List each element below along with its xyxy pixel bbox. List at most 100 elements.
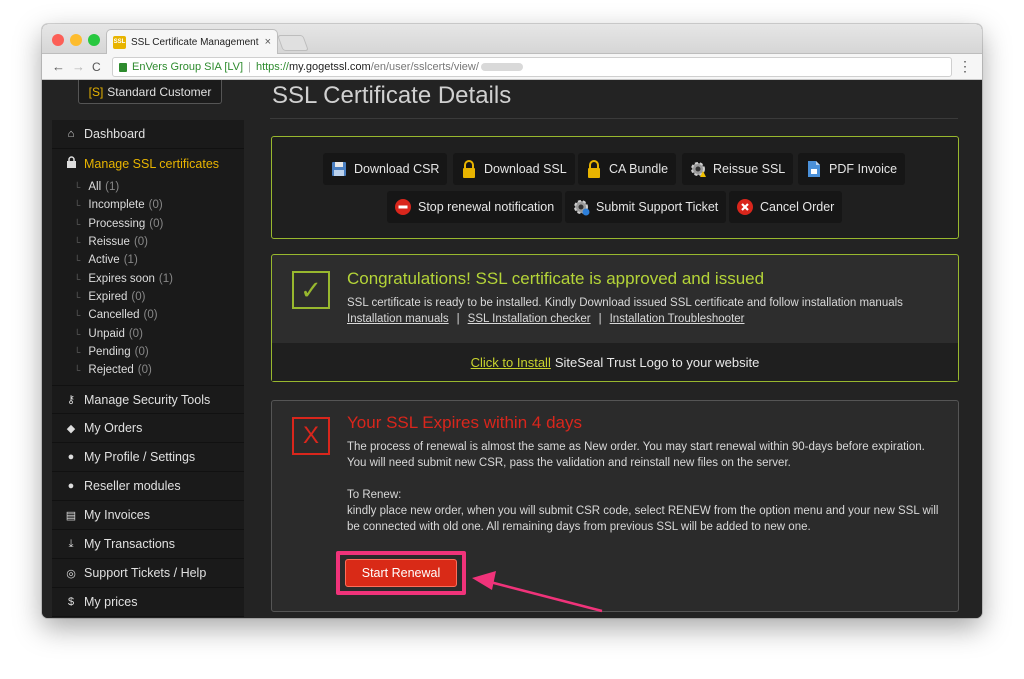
filter-pending[interactable]: └ Pending (0) [52, 343, 244, 361]
download-csr-button[interactable]: Download CSR [323, 153, 448, 185]
lock-icon [64, 156, 78, 171]
secure-lock-icon [119, 62, 127, 72]
lifebuoy-icon: ◎ [66, 567, 76, 580]
ev-organization: EnVers Group SIA [LV] [132, 61, 244, 73]
minus-circle-icon [393, 197, 413, 217]
sidebar-item-label: Manage SSL certificates [84, 156, 220, 171]
submit-support-ticket-button[interactable]: Submit Support Ticket [565, 191, 727, 223]
sidebar-item-manage-ssl[interactable]: Manage SSL certificates [52, 149, 244, 178]
browser-window: SSL SSL Certificate Management S × ← → C… [42, 24, 982, 618]
reissue-ssl-button[interactable]: Reissue SSL [682, 153, 794, 185]
success-panel: ✓ Congratulations! SSL certificate is ap… [271, 254, 959, 382]
renewal-instructions: kindly place new order, when you will su… [347, 505, 939, 533]
renewal-highlight: Start Renewal [336, 551, 466, 595]
pdf-document-icon [804, 159, 824, 179]
user-icon: ● [67, 480, 75, 493]
action-toolbar: Download CSR Download SSL CA Bundle Reis… [271, 136, 959, 239]
close-circle-icon [735, 197, 755, 217]
installation-links: Installation manuals | SSL Installation ch… [347, 313, 745, 325]
sidebar-item-transactions[interactable]: ⤓ My Transactions [52, 530, 244, 560]
sidebar-item-profile[interactable]: ● My Profile / Settings [52, 443, 244, 473]
url-input[interactable]: EnVers Group SIA [LV] | https:// my.goge… [112, 57, 952, 77]
download-ssl-button[interactable]: Download SSL [453, 153, 575, 185]
url-host: my.gogetssl.com [288, 61, 371, 73]
filter-unpaid[interactable]: └ Unpaid (0) [52, 324, 244, 342]
sidebar-item-reseller[interactable]: ● Reseller modules [52, 472, 244, 502]
floppy-disk-icon [329, 159, 349, 179]
address-bar: ← → C EnVers Group SIA [LV] | https:// m… [42, 54, 982, 80]
sidebar-item-label: Manage Security Tools [84, 392, 211, 407]
document-icon: ▤ [65, 509, 77, 522]
installation-troubleshooter-link[interactable]: Installation Troubleshooter [610, 313, 745, 325]
installation-checker-link[interactable]: SSL Installation checker [468, 313, 591, 325]
page-content: [S] Standard Customer ⌂ Dashboard Manage… [42, 80, 982, 618]
ca-bundle-button[interactable]: CA Bundle [578, 153, 677, 185]
padlock-icon [459, 159, 479, 179]
browser-tab[interactable]: SSL SSL Certificate Management S × [106, 29, 278, 54]
sidebar-item-prices[interactable]: $ My prices [52, 588, 244, 618]
sidebar-item-label: My Orders [84, 421, 143, 436]
filter-active[interactable]: └ Active (1) [52, 251, 244, 269]
expiry-heading: Your SSL Expires within 4 days [347, 413, 582, 432]
url-blurred-id [480, 63, 523, 71]
sidebar-item-label: Dashboard [84, 127, 146, 141]
browser-menu-icon[interactable]: ⋮ [958, 58, 972, 75]
url-path: /en/user/sslcerts/view/ [370, 61, 479, 73]
account-label: Standard Customer [107, 84, 212, 99]
stop-renewal-button[interactable]: Stop renewal notification [387, 191, 563, 223]
forward-arrow-icon[interactable]: → [72, 59, 85, 74]
sidebar-item-invoices[interactable]: ▤ My Invoices [52, 501, 244, 531]
filter-all[interactable]: └ All (1) [52, 178, 244, 196]
filter-rejected[interactable]: └ Rejected (0) [52, 361, 244, 379]
filter-expires-soon[interactable]: └ Expires soon (1) [52, 269, 244, 287]
filter-expired[interactable]: └ Expired (0) [52, 288, 244, 306]
reload-icon[interactable]: C [92, 60, 101, 74]
start-renewal-button[interactable]: Start Renewal [345, 559, 457, 587]
ssl-favicon-icon: SSL [113, 35, 126, 49]
pdf-invoice-button[interactable]: PDF Invoice [798, 153, 906, 185]
tab-title: SSL Certificate Management S [131, 36, 261, 48]
filter-reissue[interactable]: └ Reissue (0) [52, 233, 244, 251]
minimize-window-button[interactable] [70, 34, 82, 46]
filter-processing[interactable]: └ Processing (0) [52, 215, 244, 233]
home-icon: ⌂ [67, 128, 75, 140]
x-mark-icon: X [292, 417, 330, 455]
sidebar-item-dashboard[interactable]: ⌂ Dashboard [52, 120, 244, 149]
back-arrow-icon[interactable]: ← [52, 59, 65, 74]
renewal-description: The process of renewal is almost the sam… [347, 441, 925, 469]
new-tab-button[interactable] [277, 35, 309, 51]
sidebar-item-orders[interactable]: ◆ My Orders [52, 414, 244, 444]
close-window-button[interactable] [52, 34, 64, 46]
tag-icon: ◆ [66, 422, 76, 435]
gear-info-icon [571, 197, 591, 217]
sidebar-nav: ⌂ Dashboard Manage SSL certificates └ All… [52, 120, 244, 618]
sidebar-item-label: Reseller modules [84, 479, 181, 494]
sidebar-item-label: My prices [84, 595, 138, 610]
tab-bar: SSL SSL Certificate Management S × [42, 24, 982, 54]
sidebar-item-security-tools[interactable]: ⚷ Manage Security Tools [52, 385, 244, 415]
filter-cancelled[interactable]: └ Cancelled (0) [52, 306, 244, 324]
title-divider [270, 118, 958, 119]
sidebar: [S] Standard Customer ⌂ Dashboard Manage… [52, 80, 244, 618]
download-icon: ⤓ [68, 537, 74, 550]
ssl-filter-list: └ All (1) └ Incomplete (0) └ Processing (0) └ R… [52, 178, 244, 385]
siteseal-text: SiteSeal Trust Logo to your website [554, 354, 760, 370]
zoom-window-button[interactable] [88, 34, 100, 46]
account-badge: [S] Standard Customer [78, 80, 222, 104]
filter-incomplete[interactable]: └ Incomplete (0) [52, 196, 244, 214]
checkmark-icon: ✓ [292, 271, 330, 309]
sidebar-item-label: My Invoices [84, 508, 150, 523]
to-renew-label: To Renew: [347, 489, 402, 501]
account-tier: [S] [88, 84, 104, 99]
user-icon: ● [67, 451, 75, 464]
success-text: SSL certificate is ready to be installed… [347, 297, 903, 309]
siteseal-strip: Click to Install SiteSeal Trust Logo to … [272, 343, 958, 381]
dollar-icon: $ [67, 596, 75, 609]
sidebar-item-support[interactable]: ◎ Support Tickets / Help [52, 559, 244, 589]
install-siteseal-link[interactable]: Click to Install [471, 355, 551, 370]
url-separator: | [248, 61, 251, 73]
tab-close-icon[interactable]: × [265, 36, 271, 48]
cancel-order-button[interactable]: Cancel Order [729, 191, 843, 223]
gear-warning-icon [688, 159, 708, 179]
installation-manuals-link[interactable]: Installation manuals [347, 313, 449, 325]
